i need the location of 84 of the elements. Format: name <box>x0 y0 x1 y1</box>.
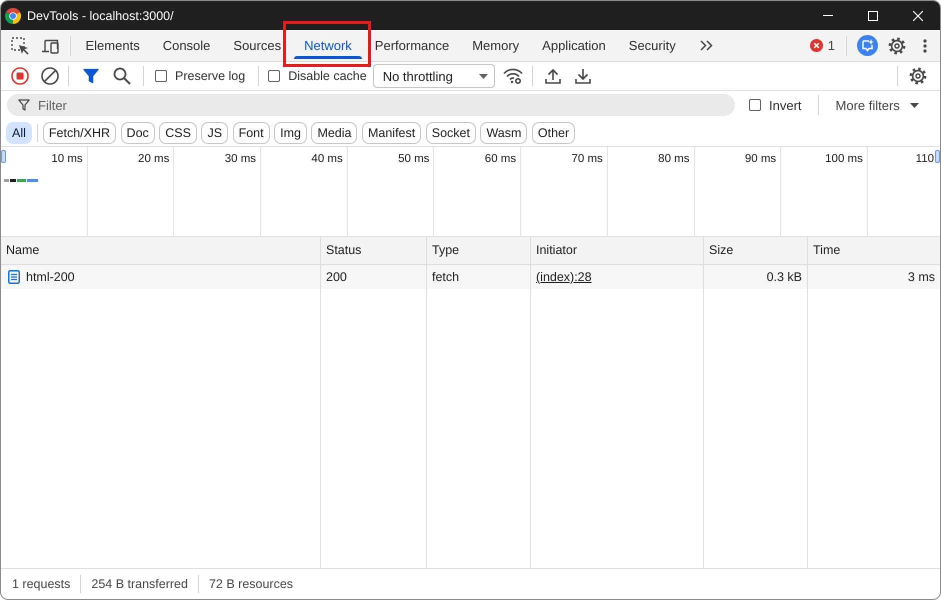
throttling-dropdown[interactable]: No throttling <box>372 64 495 88</box>
time-tick-label: 50 ms <box>398 153 430 165</box>
time-tick-label: 100 ms <box>825 153 863 165</box>
request-timing-drawing <box>4 179 38 182</box>
filter-icon[interactable] <box>83 68 99 84</box>
download-icon[interactable] <box>574 68 591 84</box>
type-filter-chip[interactable]: Doc <box>120 122 155 144</box>
time-tick-label: 90 ms <box>744 153 776 165</box>
column-header[interactable]: Type <box>427 237 531 265</box>
more-icon[interactable] <box>923 38 927 52</box>
range-handle[interactable] <box>1 150 6 163</box>
time-tick-label: 60 ms <box>484 153 516 165</box>
close-icon[interactable] <box>912 10 922 20</box>
settings-icon[interactable] <box>888 36 906 54</box>
column-header[interactable]: Status <box>321 237 427 265</box>
caret-icon <box>910 102 919 108</box>
table-cell-text: 3 ms <box>906 269 936 286</box>
chat-sparkle-icon[interactable] <box>857 35 878 56</box>
disable-cache-checkbox[interactable] <box>268 70 280 82</box>
maximize-icon[interactable] <box>868 10 878 20</box>
error-icon <box>810 39 823 52</box>
panel-tab[interactable]: Performance <box>363 30 461 61</box>
time-tick-label: 110 <box>916 153 934 165</box>
record-icon[interactable] <box>11 67 29 85</box>
request-name: html-200 <box>26 270 75 284</box>
time-tick-label: 30 ms <box>224 153 256 165</box>
column-header[interactable]: Time <box>808 237 940 265</box>
more-filters-button[interactable]: More filters <box>832 96 923 114</box>
preserve-log-label: Preserve log <box>175 69 246 83</box>
panel-tab[interactable]: Console <box>151 30 222 61</box>
search-icon[interactable] <box>113 67 131 85</box>
preserve-log-checkbox[interactable] <box>155 70 167 82</box>
devices-icon[interactable] <box>41 38 59 54</box>
caret-icon <box>478 74 488 78</box>
logo-icon <box>5 8 21 24</box>
type-filter-chip[interactable]: Media <box>311 122 358 144</box>
type-filter-chip[interactable]: Manifest <box>362 122 422 144</box>
column-header[interactable]: Name <box>1 237 321 265</box>
type-filter-chip[interactable]: Other <box>532 122 576 144</box>
wifi-settings-icon[interactable] <box>502 68 523 84</box>
range-handle[interactable] <box>935 150 940 163</box>
type-filter-chip[interactable]: Socket <box>426 122 476 144</box>
time-tick-label: 80 ms <box>658 153 690 165</box>
type-filter-chip[interactable]: CSS <box>159 122 197 144</box>
document-icon <box>8 270 20 284</box>
settings-icon[interactable] <box>909 67 927 85</box>
initiator-link[interactable]: (index):28 <box>536 270 592 284</box>
type-filter-chip[interactable]: JS <box>201 122 228 144</box>
type-filter-chip[interactable]: Img <box>274 122 307 144</box>
minimize-icon[interactable] <box>822 15 832 16</box>
table-cell: 200 <box>321 265 427 289</box>
column-header[interactable]: Size <box>704 237 808 265</box>
panel-tab[interactable]: Application <box>530 30 618 61</box>
type-filter-chip[interactable]: Fetch/XHR <box>42 122 116 144</box>
invert-checkbox[interactable] <box>749 99 761 111</box>
window-title: DevTools - localhost:3000/ <box>27 8 174 22</box>
time-tick-label: 70 ms <box>571 153 603 165</box>
time-tick-label: 10 ms <box>51 153 83 165</box>
status-text: 254 B transferred <box>91 577 188 591</box>
panel-tab[interactable]: Elements <box>74 30 152 61</box>
filter-icon <box>18 99 30 111</box>
time-tick-label: 20 ms <box>138 153 170 165</box>
status-text: 1 requests <box>12 577 70 591</box>
double-chevron-icon[interactable] <box>700 40 714 51</box>
panel-tab[interactable]: Sources <box>222 30 293 61</box>
status-text: 72 B resources <box>208 577 294 591</box>
select-element-icon[interactable] <box>11 36 29 54</box>
clear-icon[interactable] <box>41 67 59 85</box>
type-filter-chip[interactable]: All <box>6 122 32 144</box>
disable-cache-label: Disable cache <box>288 69 367 83</box>
invert-label: Invert <box>769 98 802 112</box>
panel-tab[interactable]: Security <box>617 30 688 61</box>
panel-tab[interactable]: Memory <box>460 30 531 61</box>
upload-icon[interactable] <box>544 68 561 84</box>
request-row[interactable]: html-200 200 fetch (index):28 0.3 kB 3 ms <box>1 265 940 289</box>
time-tick-label: 40 ms <box>311 153 343 165</box>
error-count-button[interactable]: 1 <box>808 38 837 53</box>
type-filter-chip[interactable]: Font <box>232 122 270 144</box>
type-filter-chip[interactable]: Wasm <box>480 122 528 144</box>
filter-field[interactable]: Filter <box>7 94 735 116</box>
panel-tab[interactable]: Network <box>292 30 364 61</box>
table-cell: fetch <box>427 265 531 289</box>
table-cell: 0.3 kB <box>704 265 808 289</box>
column-header[interactable]: Initiator <box>531 237 704 265</box>
